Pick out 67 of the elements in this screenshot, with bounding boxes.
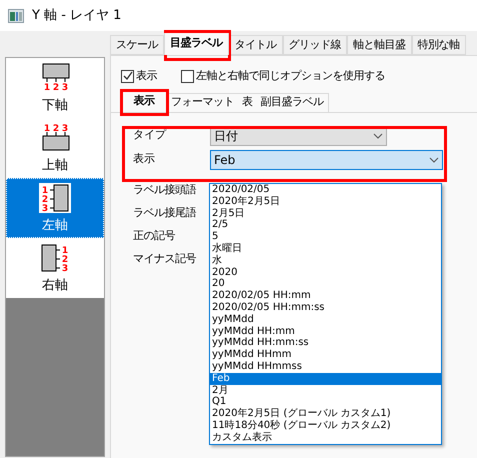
subtab[interactable]: 表	[238, 92, 256, 112]
dropdown-option[interactable]: 2020/02/05 HH:mm:ss	[210, 302, 441, 314]
field-label: ラベル接尾語	[133, 206, 196, 218]
tick-label: 2	[62, 255, 68, 265]
dropdown-option[interactable]: yyMMdd HH:mm:ss	[210, 337, 441, 350]
tick-label: 2	[52, 124, 60, 134]
tab[interactable]: 特別な軸	[412, 35, 466, 55]
tick-label: 2	[42, 195, 48, 205]
dropdown-option[interactable]: 2020/02/05 HH:mm	[210, 290, 441, 302]
dropdown-option[interactable]: yyMMdd	[210, 314, 441, 326]
dropdown-option[interactable]: 2020	[210, 266, 441, 278]
tick-label: 3	[62, 83, 68, 93]
checkbox-label: 表示	[136, 68, 157, 84]
axis-list-item[interactable]: 1 2 3 下軸	[6, 58, 104, 118]
dropdown-option[interactable]: 2020/02/05	[210, 184, 441, 196]
type-label: タイプ	[133, 127, 168, 144]
highlight-frame	[120, 89, 169, 116]
axis-label: 上軸	[42, 157, 68, 175]
tab[interactable]: 目盛ラベル	[164, 33, 228, 55]
axis-list-item[interactable]: 1 2 3 右軸	[6, 238, 104, 298]
dropdown-option[interactable]: 2月5日	[210, 208, 441, 220]
dropdown-option[interactable]: Q1	[210, 396, 441, 408]
tick-label: 1	[62, 246, 68, 256]
field-label: 正の記号	[133, 228, 175, 242]
dropdown-option[interactable]: 2月	[210, 384, 441, 396]
dropdown-option[interactable]: 2/5	[210, 219, 441, 232]
dropdown-option[interactable]: 水	[210, 254, 441, 267]
tick-label: 3	[62, 264, 68, 273]
tick-label: 3	[62, 124, 68, 134]
chevron-down-icon	[373, 132, 383, 138]
dropdown-option[interactable]: 20	[210, 278, 441, 290]
tab[interactable]: 軸と軸目盛	[347, 35, 412, 55]
dropdown-option[interactable]: 11時18分40秒 (グローバル カスタム2)	[210, 420, 441, 432]
tab[interactable]: グリッド線	[282, 35, 347, 55]
axis-list-item[interactable]: 1 2 3 上軸	[6, 118, 104, 178]
checkbox-label: 左軸と右軸で同じオプションを使用する	[196, 68, 385, 84]
checkbox[interactable]	[121, 70, 134, 83]
tick-label: 2	[52, 83, 60, 93]
tick-label: 1	[44, 124, 50, 134]
checkbox[interactable]	[181, 70, 194, 83]
axis-label: 右軸	[42, 277, 68, 295]
field-label: ラベル接頭語	[133, 182, 196, 196]
tick-label: 1	[44, 83, 50, 93]
axis-label: 左軸	[42, 217, 68, 235]
chevron-down-icon	[429, 156, 439, 162]
dropdown-option[interactable]: yyMMdd HHmm	[210, 349, 441, 361]
subtab[interactable]: フォーマット	[167, 92, 238, 112]
window-icon	[8, 8, 24, 22]
dropdown-option[interactable]: yyMMdd HHmmss	[210, 360, 441, 373]
window-title: Y 軸 - レイヤ 1	[32, 6, 122, 25]
tab[interactable]: スケール	[110, 35, 164, 55]
dropdown-option[interactable]: 5	[210, 231, 441, 243]
dropdown-option[interactable]: Feb	[210, 372, 441, 385]
highlight-frame	[164, 30, 231, 61]
dropdown-option[interactable]: 水曜日	[210, 242, 441, 255]
dropdown-option[interactable]: カスタム表示	[210, 432, 441, 444]
axis-list-item[interactable]: 1 2 3 左軸	[6, 178, 104, 238]
display-label: 表示	[133, 151, 156, 168]
dropdown-option[interactable]: 2020年2月5日 (グローバル カスタム1)	[210, 408, 441, 420]
tick-label: 3	[42, 204, 48, 213]
axis-label: 下軸	[42, 97, 68, 115]
dropdown-option[interactable]: yyMMdd HH:mm	[210, 326, 441, 338]
subtab[interactable]: 副目盛ラベル	[256, 92, 328, 112]
field-label: マイナス記号	[133, 252, 196, 264]
tick-label: 1	[42, 186, 48, 196]
display-dropdown[interactable]: Feb	[210, 150, 443, 170]
dropdown-option[interactable]: 2020年2月5日	[210, 196, 441, 208]
